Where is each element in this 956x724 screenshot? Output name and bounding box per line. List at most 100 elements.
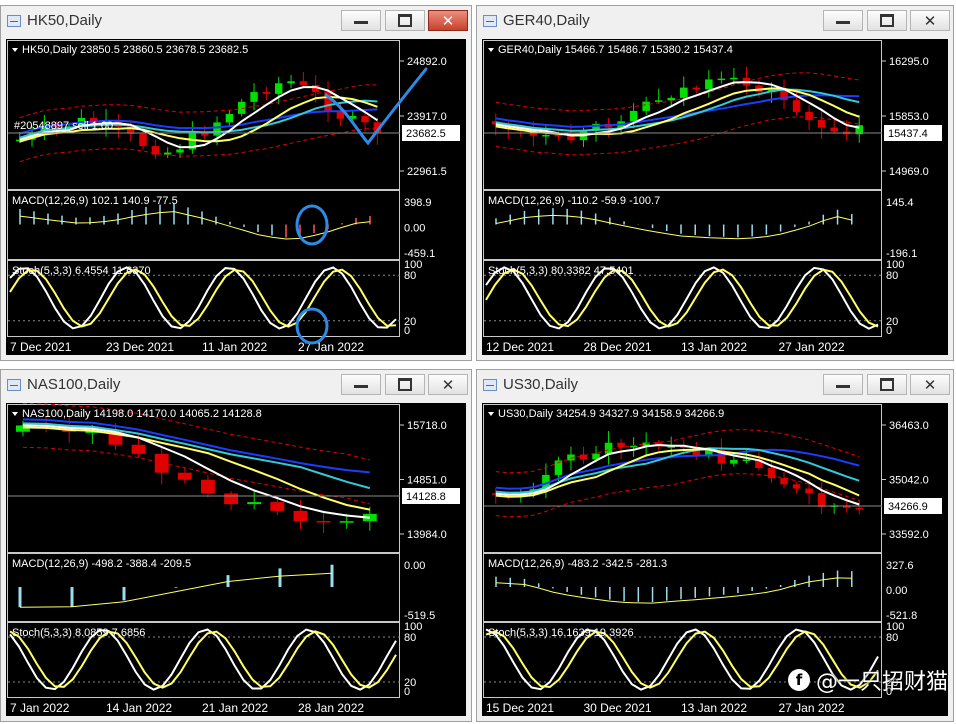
close-button[interactable]: ✕ xyxy=(428,10,468,31)
chart-plot-area[interactable]: 15718.0 14851.0 13984.0 14128.8 NAS100,Daily… xyxy=(6,403,466,716)
candle-body xyxy=(262,92,271,94)
window-title-bar[interactable]: US30,Daily ✕ xyxy=(477,370,953,400)
current-price-label: 15437.4 xyxy=(888,128,928,140)
chart-menu-arrow-icon xyxy=(488,412,494,416)
price-axis-label: 33592.0 xyxy=(889,529,929,541)
minimize-button[interactable] xyxy=(823,10,863,31)
stoch-label: Stoch(5,3,3) 16.1639 19.3926 xyxy=(488,627,634,639)
minimize-button[interactable] xyxy=(823,374,863,395)
window-title: NAS100,Daily xyxy=(27,376,121,393)
window-title-bar[interactable]: HK50,Daily ✕ xyxy=(1,6,471,36)
maximize-button[interactable] xyxy=(867,10,907,31)
date-axis-label: 7 Dec 2021 xyxy=(10,340,72,354)
ger40-chart-svg[interactable]: 16295.0 15853.0 14969.0 15437.4 GER40,Daily … xyxy=(482,39,946,355)
annotation-circle-macd xyxy=(295,204,329,246)
nas100-chart-window[interactable]: NAS100,Daily ✕ 15718.0 14851.0 13984.0 1412… xyxy=(0,369,472,722)
window-title: US30,Daily xyxy=(503,376,579,393)
price-axis-label: 14969.0 xyxy=(889,166,929,178)
ger40-chart-window[interactable]: GER40,Daily ✕ 16295.0 15853.0 14969.0 15437… xyxy=(476,5,954,361)
macd-axis-label: 0.00 xyxy=(886,585,907,597)
price-axis-label: 24892.0 xyxy=(407,56,447,68)
maximize-button[interactable] xyxy=(867,374,907,395)
close-button[interactable]: ✕ xyxy=(428,374,468,395)
minimize-button[interactable] xyxy=(341,10,381,31)
macd-signal-line xyxy=(19,211,371,240)
candle-body xyxy=(830,127,838,132)
chart-menu-arrow-icon xyxy=(488,48,494,52)
price-axis-label: 13984.0 xyxy=(407,529,447,541)
bollinger-upper-line xyxy=(495,72,860,112)
macd-label: MACD(12,26,9) 102.1 140.9 -77.5 xyxy=(12,195,178,207)
stoch-axis-label: 0 xyxy=(404,325,410,337)
minimize-icon xyxy=(836,385,850,388)
close-button[interactable]: ✕ xyxy=(910,374,950,395)
candle-body xyxy=(250,92,258,102)
date-axis-label: 15 Dec 2021 xyxy=(486,701,554,715)
moving-average-blue xyxy=(495,448,860,490)
maximize-button[interactable] xyxy=(385,10,425,31)
candle-body xyxy=(139,133,147,147)
maximize-icon xyxy=(880,14,894,27)
hk50-chart-window[interactable]: HK50,Daily ✕ 24892.0 23917.0 22961.5 23682.… xyxy=(0,5,472,361)
stoch-axis-label: 0 xyxy=(404,686,410,698)
chart-window-icon xyxy=(7,379,21,391)
maximize-icon xyxy=(880,378,894,391)
current-price-label: 23682.5 xyxy=(406,128,446,140)
candle-body xyxy=(817,120,826,128)
stoch-label: Stoch(5,3,3) 8.0859 7.6856 xyxy=(12,627,145,639)
close-icon: ✕ xyxy=(923,12,937,30)
macd-signal-line xyxy=(495,214,852,240)
nas100-chart-svg[interactable]: 15718.0 14851.0 13984.0 14128.8 NAS100,Daily… xyxy=(6,403,464,716)
chart-window-icon xyxy=(483,379,497,391)
moving-average-white xyxy=(19,86,378,149)
price-axis-label: 15853.0 xyxy=(889,111,929,123)
current-price-label: 14128.8 xyxy=(406,491,446,503)
date-axis-label: 27 Jan 2022 xyxy=(779,340,845,354)
annotation-circle-stoch xyxy=(295,307,329,345)
stoch-label: Stoch(5,3,3) 6.4554 11.6370 xyxy=(12,265,151,277)
candle-body xyxy=(275,83,283,94)
macd-axis-label: 398.9 xyxy=(404,197,432,209)
candle-body xyxy=(817,493,826,507)
date-axis-label: 23 Dec 2021 xyxy=(106,340,174,354)
price-axis-label: 22961.5 xyxy=(407,166,447,178)
date-axis-label: 13 Jan 2022 xyxy=(681,340,747,354)
close-icon: ✕ xyxy=(441,376,455,394)
date-axis-label: 11 Jan 2022 xyxy=(202,340,267,354)
close-button[interactable]: ✕ xyxy=(910,10,950,31)
candle-body xyxy=(629,445,638,448)
candle-body xyxy=(542,134,550,137)
chart-menu-arrow-icon xyxy=(12,412,18,416)
moving-average-yellow xyxy=(22,426,370,511)
stoch-axis-label: 80 xyxy=(404,632,416,644)
price-axis-label: 35042.0 xyxy=(889,475,929,487)
window-title-bar[interactable]: NAS100,Daily ✕ xyxy=(1,370,471,400)
chart-header-ohlc: NAS100,Daily 14198.0 14170.0 14065.2 141… xyxy=(22,408,262,420)
macd-signal-line xyxy=(19,572,333,608)
stoch-signal-line xyxy=(9,630,397,689)
chart-header-ohlc: HK50,Daily 23850.5 23860.5 23678.5 23682… xyxy=(22,44,248,56)
close-icon: ✕ xyxy=(441,12,455,30)
current-price-label: 34266.9 xyxy=(888,501,928,513)
candle-body xyxy=(717,78,726,81)
chart-plot-area[interactable]: 24892.0 23917.0 22961.5 23682.5 HK50,Daily 2… xyxy=(6,39,466,355)
candle-body xyxy=(805,488,813,494)
order-label: #20548897 sell 1.00 xyxy=(14,120,113,132)
hk50-chart-svg[interactable]: 24892.0 23917.0 22961.5 23682.5 HK50,Daily 2… xyxy=(6,39,464,355)
candle-body xyxy=(270,502,285,511)
candle-body xyxy=(629,110,638,122)
maximize-button[interactable] xyxy=(385,374,425,395)
candle-body xyxy=(604,442,613,454)
minimize-button[interactable] xyxy=(341,374,381,395)
stoch-axis-label: 0 xyxy=(886,325,892,337)
candle-body xyxy=(225,113,234,123)
macd-signal-line xyxy=(495,577,852,604)
stoch-signal-line xyxy=(485,268,879,328)
window-title: HK50,Daily xyxy=(27,12,103,29)
price-axis-label: 23917.0 xyxy=(407,111,447,123)
stoch-axis-label: 80 xyxy=(886,632,898,644)
candle-body xyxy=(730,77,738,80)
candle-body xyxy=(642,101,650,111)
window-title-bar[interactable]: GER40,Daily ✕ xyxy=(477,6,953,36)
chart-plot-area[interactable]: 16295.0 15853.0 14969.0 15437.4 GER40,Daily … xyxy=(482,39,948,355)
